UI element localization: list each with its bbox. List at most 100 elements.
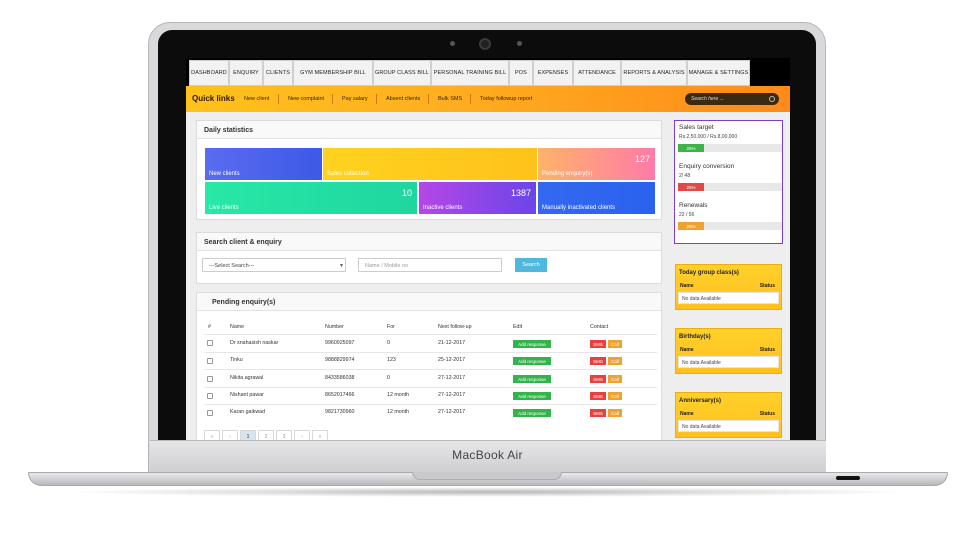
add-response-button[interactable]: Add response	[513, 340, 551, 348]
quick-link-followup-report[interactable]: Today followup report	[480, 96, 532, 102]
enquiry-conversion-progress: 25%	[678, 183, 782, 191]
quick-link-new-client[interactable]: New client	[244, 96, 269, 102]
card-empty-message: No data Available	[678, 420, 779, 432]
search-icon[interactable]	[769, 96, 775, 102]
search-name-input[interactable]: Name / Mobile no	[358, 258, 502, 272]
call-button[interactable]: Call	[608, 409, 622, 417]
tile-label: Inactive clients	[423, 205, 463, 211]
daily-statistics-title: Daily statistics	[197, 121, 661, 139]
sms-button[interactable]: SMS	[590, 392, 606, 400]
quick-link-new-complaint[interactable]: New complaint	[288, 96, 324, 102]
add-response-button[interactable]: Add response	[513, 409, 551, 417]
divider	[204, 352, 657, 353]
row-for: 0	[387, 340, 390, 346]
search-button[interactable]: Search	[515, 258, 547, 272]
tile-pending-enquiry[interactable]: 127 Pending enquiry(s)	[538, 148, 655, 180]
row-checkbox[interactable]	[207, 376, 213, 382]
tab-enquiry[interactable]: ENQUIRY	[229, 60, 263, 86]
renewals-label: Renewals	[679, 202, 708, 209]
renewals-value: 22 / 56	[679, 212, 695, 218]
sms-button[interactable]: SMS	[590, 409, 606, 417]
page-first[interactable]: «	[204, 430, 220, 440]
divider	[204, 404, 657, 405]
search-type-select[interactable]: ---Select Search---	[202, 258, 346, 272]
card-title: Birthday(s)	[679, 334, 711, 340]
call-button[interactable]: Call	[608, 340, 622, 348]
row-number: 8433586038	[325, 375, 355, 381]
tile-new-clients[interactable]: New clients	[205, 148, 322, 180]
laptop-brand-label: MacBook Air	[452, 448, 523, 462]
quick-link-bulk-sms[interactable]: Bulk SMS	[438, 96, 462, 102]
group-class-card: Today group class(s) Name Status No data…	[675, 264, 782, 310]
col-header-for: For	[387, 324, 395, 330]
divider	[204, 334, 657, 335]
tab-attendance[interactable]: ATTENDANCE	[573, 60, 621, 86]
enquiry-conversion-value: 2/ 48	[679, 173, 691, 179]
tab-gym-membership-bill[interactable]: GYM MEMBERSHIP BILL	[293, 60, 373, 86]
call-button[interactable]: Call	[608, 357, 622, 365]
tab-expenses[interactable]: EXPENSES	[533, 60, 573, 86]
col-header-next-followup: Next follow-up	[438, 324, 472, 330]
col-header-contact: Contact	[590, 324, 609, 330]
search-panel-title: Search client & enquiry	[197, 233, 661, 251]
row-checkbox[interactable]	[207, 340, 213, 346]
divider	[332, 94, 333, 104]
divider	[376, 94, 377, 104]
laptop-notch	[412, 472, 562, 480]
progress-fill: 25%	[678, 183, 704, 191]
sensor-dot-left	[450, 41, 455, 46]
call-button[interactable]: Call	[608, 392, 622, 400]
page-next[interactable]: ›	[294, 430, 310, 440]
tab-pos[interactable]: POS	[509, 60, 533, 86]
col-header-number: Number	[325, 324, 344, 330]
row-number: 9960925097	[325, 340, 355, 346]
sms-button[interactable]: SMS	[590, 340, 606, 348]
card-title: Today group class(s)	[679, 270, 739, 276]
quick-link-absent-clients[interactable]: Absent clients	[386, 96, 420, 102]
tab-group-class-bill[interactable]: GROUP CLASS BILL	[373, 60, 431, 86]
top-nav: DASHBOARD ENQUIRY CLIENTS GYM MEMBERSHIP…	[186, 58, 790, 86]
row-name: Nikita agrawal	[230, 375, 264, 381]
quick-links-title: Quick links	[192, 94, 235, 103]
card-col-status: Status	[759, 347, 775, 353]
row-next-followup: 27-12-2017	[438, 375, 466, 381]
row-next-followup: 27-12-2017	[438, 409, 466, 415]
sms-button[interactable]: SMS	[590, 357, 606, 365]
tab-manage-settings[interactable]: MANAGE & SETTINGS	[687, 60, 750, 86]
tab-reports-analysis[interactable]: REPORTS & ANALYSIS	[621, 60, 687, 86]
page-last[interactable]: »	[312, 430, 328, 440]
sms-button[interactable]: SMS	[590, 375, 606, 383]
tile-manually-inactivated[interactable]: Manually inactivated clients	[538, 182, 655, 214]
add-response-button[interactable]: Add response	[513, 375, 551, 383]
tab-personal-training-bill[interactable]: PERSONAL TRAINING BILL	[431, 60, 509, 86]
page-1[interactable]: 1	[240, 430, 256, 440]
row-checkbox[interactable]	[207, 393, 213, 399]
sales-target-value: Rs.2,50,000 / Rs.8,00,000	[679, 134, 738, 140]
page-2[interactable]: 2	[258, 430, 274, 440]
add-response-button[interactable]: Add response	[513, 357, 551, 365]
tile-label: Live clients	[209, 205, 239, 211]
tile-live-clients[interactable]: 10 Live clients	[205, 182, 417, 214]
col-header-edit: Edit	[513, 324, 523, 330]
row-checkbox[interactable]	[207, 410, 213, 416]
row-next-followup: 27-12-2017	[438, 392, 466, 398]
tile-inactive-clients[interactable]: 1387 Inactive clients	[419, 182, 536, 214]
row-next-followup: 25-12-2017	[438, 357, 466, 363]
page-3[interactable]: 3	[276, 430, 292, 440]
tab-clients[interactable]: CLIENTS	[263, 60, 293, 86]
tab-dashboard[interactable]: DASHBOARD	[189, 60, 229, 86]
quick-search-input[interactable]: Search here ...	[685, 93, 779, 105]
page-prev[interactable]: ‹	[222, 430, 238, 440]
enquiry-conversion-label: Enquiry conversion	[679, 163, 735, 170]
tile-sales-collection[interactable]: Sales collection	[323, 148, 537, 180]
anniversary-card: Anniversary(s) Name Status No data Avail…	[675, 392, 782, 438]
pending-enquiries-title: Pending enquiry(s)	[197, 293, 661, 311]
camera-icon	[479, 38, 491, 50]
row-next-followup: 21-12-2017	[438, 340, 466, 346]
add-response-button[interactable]: Add response	[513, 392, 551, 400]
call-button[interactable]: Call	[608, 375, 622, 383]
row-checkbox[interactable]	[207, 358, 213, 364]
row-for: 123	[387, 357, 396, 363]
quick-link-pay-salary[interactable]: Pay salary	[342, 96, 368, 102]
tile-label: Manually inactivated clients	[542, 205, 616, 211]
